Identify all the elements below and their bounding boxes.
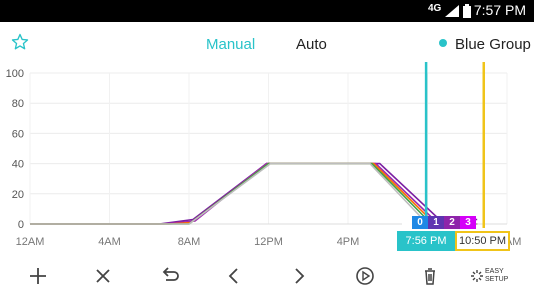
x-tick-label: 4AM xyxy=(98,236,121,248)
channel-badge[interactable]: 0 xyxy=(412,216,428,229)
chevron-right-icon xyxy=(295,268,305,284)
easy-setup-label-line2: SETUP xyxy=(485,276,509,283)
time-markers[interactable] xyxy=(424,62,485,228)
preview-button[interactable] xyxy=(352,264,378,288)
end-time-marker[interactable]: 10:50 PM xyxy=(455,231,510,251)
favorite-star-icon[interactable] xyxy=(11,33,29,51)
status-time: 7:57 PM xyxy=(473,2,526,18)
channel-badge[interactable]: 1 xyxy=(428,216,444,229)
next-button[interactable] xyxy=(286,264,312,288)
delete-point-button[interactable] xyxy=(90,264,116,288)
battery-icon xyxy=(463,4,471,18)
signal-icon xyxy=(445,5,459,17)
y-tick-label: 0 xyxy=(18,219,24,231)
channel-badge[interactable] xyxy=(402,216,412,229)
easy-setup-label-line1: EASY xyxy=(485,268,504,275)
play-icon xyxy=(356,267,374,285)
group-color-dot xyxy=(439,39,447,47)
group-label: Blue Group xyxy=(455,36,531,53)
tab-auto[interactable]: Auto xyxy=(296,36,327,53)
easy-setup-label[interactable]: EASY SETUP xyxy=(485,268,508,284)
undo-icon xyxy=(162,267,179,281)
plus-icon xyxy=(30,268,46,284)
x-tick-label: 4PM xyxy=(337,236,360,248)
x-tick-label: 12AM xyxy=(16,236,45,248)
network-type: 4G xyxy=(428,3,442,14)
y-tick-label: 80 xyxy=(12,98,24,110)
y-tick-label: 20 xyxy=(12,189,24,201)
chart-grid xyxy=(29,72,508,225)
y-axis-ticks: 100 80 60 40 20 0 xyxy=(6,68,24,231)
add-button[interactable] xyxy=(25,264,51,288)
y-tick-label: 100 xyxy=(6,68,24,80)
previous-button[interactable] xyxy=(221,264,247,288)
status-bar: 4G 7:57 PM xyxy=(0,0,534,22)
undo-button[interactable] xyxy=(156,264,182,288)
trash-button[interactable] xyxy=(417,264,443,288)
trash-icon xyxy=(425,268,435,285)
close-icon xyxy=(96,269,110,283)
channel-badge[interactable]: 2 xyxy=(444,216,460,229)
group-selector[interactable]: Blue Group xyxy=(439,36,531,53)
y-tick-label: 60 xyxy=(12,128,24,140)
channel-badge[interactable]: 3 xyxy=(460,216,476,229)
y-tick-label: 40 xyxy=(12,159,24,171)
chevron-left-icon xyxy=(228,268,238,284)
channel-badges: 0123 xyxy=(402,216,476,229)
start-time-marker[interactable]: 7:56 PM xyxy=(397,231,455,251)
tab-manual[interactable]: Manual xyxy=(206,36,255,53)
x-tick-label: 8AM xyxy=(178,236,201,248)
x-tick-label: 12PM xyxy=(254,236,283,248)
